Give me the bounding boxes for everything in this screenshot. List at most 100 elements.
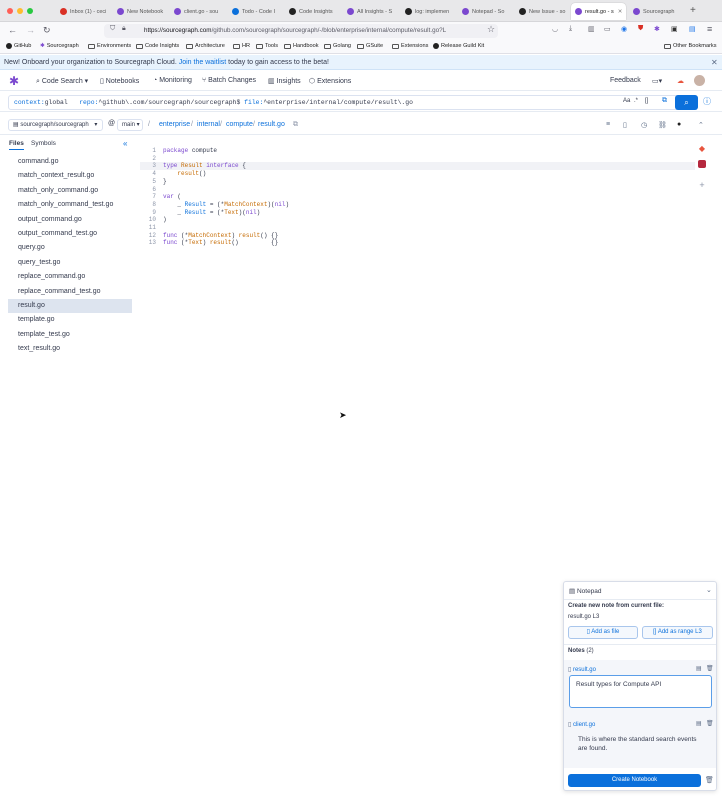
history-icon[interactable]: ◷ [641, 121, 647, 129]
create-notebook-button[interactable]: Create Notebook [568, 774, 701, 787]
browser-tab[interactable]: client.go - sou [170, 3, 223, 20]
file-tree-item[interactable]: output_command_test.go [8, 227, 132, 241]
delete-note-icon[interactable]: 🗑︎ [706, 720, 714, 727]
theme-icon[interactable]: ▭▾ [652, 77, 662, 85]
chevron-down-icon[interactable]: ⌄ [706, 586, 712, 594]
bookmark-star-icon[interactable]: ☆ [487, 24, 495, 35]
delete-all-icon[interactable]: 🗑︎ [705, 776, 714, 784]
delete-note-icon[interactable]: 🗑︎ [706, 665, 714, 672]
branch-selector[interactable]: main ▾ [117, 119, 143, 131]
bookmark-item[interactable]: Tools [256, 43, 278, 49]
search-button[interactable]: ⌕ [675, 95, 698, 110]
bookmark-item[interactable]: Extensions [392, 43, 428, 49]
tab-symbols[interactable]: Symbols [31, 140, 56, 147]
note-file-link[interactable]: ▯ client.go [568, 721, 595, 728]
code-line[interactable]: 7 var ( [140, 193, 695, 201]
close-banner-icon[interactable]: ✕ [711, 55, 718, 70]
line-number[interactable]: 10 [140, 216, 156, 224]
bookmark-item[interactable]: Architecture [186, 43, 225, 49]
repo-selector[interactable]: ▤ sourcegraph/sourcegraph ▾ [8, 119, 103, 131]
nav-code-search[interactable]: ⌕ Code Search ▾ [36, 77, 88, 86]
other-bookmarks[interactable]: Other Bookmarks [664, 43, 717, 49]
browser-tab[interactable]: New Notebook [113, 3, 165, 20]
note-textarea[interactable]: This is where the standard search events… [569, 731, 712, 764]
bookmark-item[interactable]: Release Guild Kit [433, 43, 484, 49]
browser-tab[interactable]: Code Insights [285, 3, 338, 20]
minimize-window-button[interactable] [17, 8, 23, 14]
line-number[interactable]: 13 [140, 239, 156, 247]
file-tree-item[interactable]: command.go [8, 155, 132, 169]
line-number[interactable]: 4 [140, 170, 156, 178]
bookmark-item[interactable]: Golang [324, 43, 351, 49]
bookmark-item[interactable]: Environments [88, 43, 131, 49]
file-tree-item[interactable]: match_only_command_test.go [8, 198, 132, 212]
qr-extension-icon[interactable]: ▣ [671, 25, 678, 33]
breadcrumb-enterprise[interactable]: enterprise [159, 121, 190, 128]
extension-git-icon[interactable]: ◆ [698, 144, 706, 153]
notepad-extension-icon[interactable]: ▤ [689, 25, 696, 33]
code-line[interactable]: 9 _ Result = (*Text)(nil) [140, 209, 695, 217]
code-line[interactable]: 12 func (*MatchContext) result() {} [140, 232, 695, 240]
code-line[interactable]: 6 [140, 186, 695, 194]
line-number[interactable]: 7 [140, 193, 156, 201]
new-tab-button[interactable]: + [690, 5, 696, 16]
code-line[interactable]: 1 package compute [140, 147, 695, 155]
library-icon[interactable]: ▥ [588, 25, 595, 33]
add-as-range-button[interactable]: [] Add as range L3 [642, 626, 713, 639]
line-number[interactable]: 12 [140, 232, 156, 240]
browser-tab[interactable]: All Insights - S [343, 3, 396, 20]
forward-icon[interactable]: → [26, 25, 35, 35]
file-tree-item[interactable]: result.go [8, 299, 132, 313]
collapse-icon[interactable]: ⌃ [698, 121, 704, 129]
extension-shield-icon[interactable]: ⛊ [638, 25, 643, 33]
nav-insights[interactable]: ▥ Insights [268, 77, 301, 85]
line-number[interactable]: 1 [140, 147, 156, 155]
file-tree-item[interactable]: template.go [8, 313, 132, 327]
code-line[interactable]: 4 result() [140, 170, 695, 178]
search-query-input[interactable]: context:global repo:^github\.com/sourceg… [8, 95, 698, 110]
line-number[interactable]: 6 [140, 186, 156, 194]
feedback-button[interactable]: Feedback [610, 77, 641, 84]
bookmark-item[interactable]: Handbook [284, 43, 319, 49]
bookmark-item[interactable]: Code Insights [136, 43, 179, 49]
help-icon[interactable]: ⓘ [703, 96, 711, 107]
nav-monitoring[interactable]: ◔ Monitoring [153, 77, 192, 84]
code-line[interactable]: 8 _ Result = (*MatchContext)(nil) [140, 201, 695, 209]
file-tree-item[interactable]: template_test.go [8, 328, 132, 342]
file-tree-item[interactable]: replace_command.go [8, 270, 132, 284]
line-number[interactable]: 5 [140, 178, 156, 186]
file-tree-item[interactable]: text_result.go [8, 342, 132, 356]
browser-tab[interactable]: Inbox (1) - ceci [56, 3, 108, 20]
browser-tab[interactable]: log: implemen [401, 3, 453, 20]
breadcrumb-internal[interactable]: internal [197, 121, 220, 128]
code-line[interactable]: 11 [140, 224, 695, 232]
case-sensitivity-toggle[interactable]: Aa [623, 98, 630, 104]
reload-icon[interactable]: ↻ [43, 25, 51, 36]
nav-notebooks[interactable]: ▯ Notebooks [100, 77, 139, 85]
browser-tab[interactable]: Notepad - So [458, 3, 510, 20]
nav-batch-changes[interactable]: ⑂ Batch Changes [202, 77, 256, 84]
code-line[interactable]: 13 func (*Text) result() {} [140, 239, 695, 247]
user-avatar[interactable] [694, 75, 705, 86]
add-extension-icon[interactable]: + [698, 181, 706, 190]
bookmark-item[interactable]: HR [233, 43, 250, 49]
add-as-file-button[interactable]: ▯ Add as file [568, 626, 638, 639]
pocket-icon[interactable]: ◡ [552, 25, 558, 33]
note-file-link[interactable]: ▯ result.go [568, 666, 596, 673]
back-icon[interactable]: ← [8, 25, 17, 35]
line-number[interactable]: 9 [140, 209, 156, 217]
account-icon[interactable]: ◉ [621, 25, 627, 33]
shield-icon[interactable]: ⛉ [110, 25, 115, 33]
notepad-header[interactable]: ▤ Notepad [569, 587, 602, 595]
maximize-window-button[interactable] [27, 8, 33, 14]
close-window-button[interactable] [7, 8, 13, 14]
structural-toggle[interactable]: [] [645, 98, 648, 104]
menu-icon[interactable]: ≡ [707, 24, 712, 34]
code-line[interactable]: 10) [140, 216, 695, 224]
extension-codecov-icon[interactable] [698, 160, 706, 168]
code-line[interactable]: 3 type Result interface { [140, 162, 695, 171]
raw-file-icon[interactable]: ▯ [623, 121, 627, 129]
lock-icon[interactable]: 🔒︎ [122, 25, 126, 33]
edit-note-icon[interactable]: ▤ [696, 720, 702, 727]
bookmark-item[interactable]: ✱ Sourcegraph [40, 43, 79, 49]
